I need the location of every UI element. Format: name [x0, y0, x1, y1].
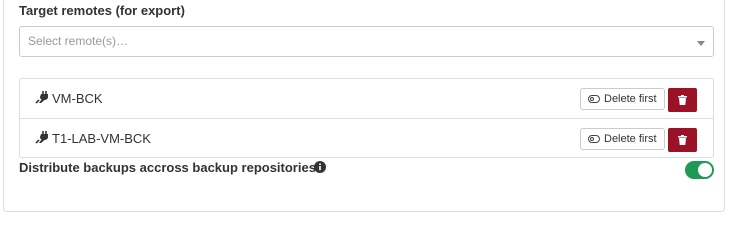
remote-row: T1-LAB-VM-BCK Delete first: [20, 119, 713, 158]
remotes-list: VM-BCK Delete first T1-LAB-VM-BCK Delete…: [19, 78, 714, 158]
info-circle-icon[interactable]: [314, 161, 326, 173]
distribute-backups-label: Distribute backups accross backup reposi…: [19, 160, 316, 175]
remote-name: VM-BCK: [52, 91, 103, 106]
delete-first-button[interactable]: Delete first: [580, 88, 665, 110]
delete-first-label: Delete first: [604, 133, 657, 145]
delete-first-button[interactable]: Delete first: [580, 128, 665, 150]
delete-remote-button[interactable]: [668, 128, 697, 152]
plug-icon: [35, 91, 48, 104]
toggle-knob: [698, 163, 712, 177]
toggle-off-icon: [588, 95, 600, 103]
remotes-select-placeholder: Select remote(s)…: [28, 34, 129, 48]
remotes-select[interactable]: Select remote(s)…: [19, 26, 714, 57]
remote-name: T1-LAB-VM-BCK: [52, 131, 151, 146]
distribute-backups-toggle[interactable]: [685, 161, 714, 179]
trash-icon: [678, 95, 687, 105]
trash-icon: [678, 135, 687, 145]
chevron-down-icon[interactable]: [697, 41, 705, 46]
target-remotes-label: Target remotes (for export): [19, 3, 185, 18]
plug-icon: [35, 131, 48, 144]
toggle-off-icon: [588, 135, 600, 143]
remote-row: VM-BCK Delete first: [20, 79, 713, 119]
delete-remote-button[interactable]: [668, 88, 697, 112]
delete-first-label: Delete first: [604, 93, 657, 105]
